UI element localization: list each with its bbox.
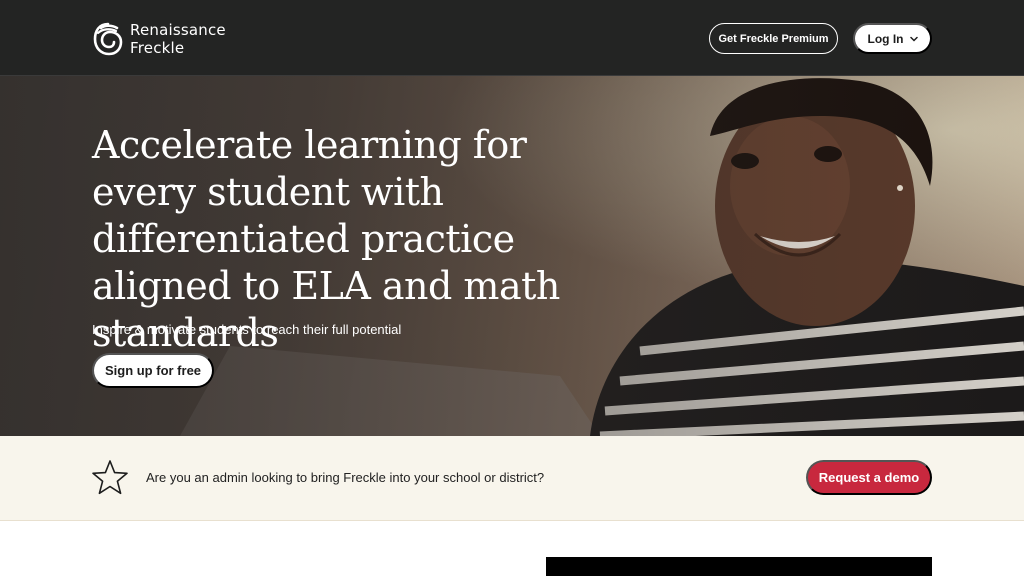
request-demo-button[interactable]: Request a demo [806,460,932,495]
logo-line-1: Renaissance [130,21,226,39]
log-in-label: Log In [867,31,904,46]
hero-section: Accelerate learning for every student wi… [0,76,1024,436]
logo-line-2: Freckle [130,39,185,57]
content-section [0,521,1024,576]
video-player[interactable] [546,557,932,576]
chevron-down-icon [909,36,918,42]
star-icon [92,460,128,495]
log-in-button[interactable]: Log In [853,23,932,54]
freckle-logo-icon [93,22,123,56]
hero-subheadline: Inspire & motivate students to reach the… [92,322,402,337]
renaissance-freckle-logo[interactable]: Renaissance Freckle [92,20,226,58]
sign-up-free-button[interactable]: Sign up for free [92,353,214,388]
admin-demo-banner: Are you an admin looking to bring Freckl… [0,436,1024,521]
logo-wordmark: Renaissance Freckle [130,21,226,57]
site-header: Renaissance Freckle Get Freckle Premium … [0,0,1024,76]
admin-prompt-text: Are you an admin looking to bring Freckl… [146,470,545,485]
get-premium-button[interactable]: Get Freckle Premium [709,23,838,54]
